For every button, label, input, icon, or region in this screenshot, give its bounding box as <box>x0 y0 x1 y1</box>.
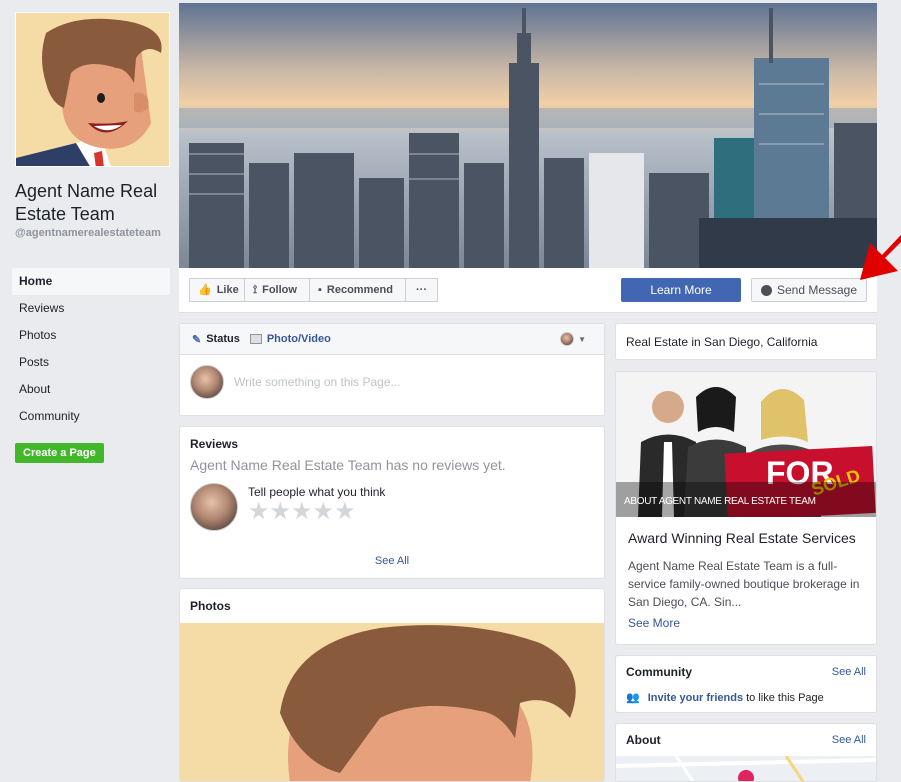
reviewer-avatar <box>190 483 238 531</box>
people-icon: 👥 <box>626 692 640 704</box>
page-handle: @agentnamerealestateteam <box>15 227 161 239</box>
reviews-see-all-link[interactable]: See All <box>180 555 604 567</box>
cover-photo[interactable] <box>179 3 877 268</box>
photos-card: Photos <box>179 588 605 782</box>
page-title: Agent Name Real Estate Team <box>15 181 158 224</box>
user-avatar <box>190 365 224 399</box>
nav-item-posts[interactable]: Posts <box>12 349 170 376</box>
invite-friends-link[interactable]: Invite your friends <box>648 692 743 704</box>
thumbs-up-icon: 👍 <box>198 284 212 296</box>
rating-stars[interactable]: ★★★★★ <box>248 499 385 525</box>
composer-tabs: ✎ Status Photo/Video ▼ <box>180 324 604 355</box>
follow-button[interactable]: ⟟ Follow <box>244 278 310 302</box>
see-more-link[interactable]: See More <box>628 616 680 630</box>
about-card: FOR SOLD ABOUT AGENT NAME REAL ESTATE TE… <box>615 371 877 645</box>
about-image[interactable]: FOR SOLD ABOUT AGENT NAME REAL ESTATE TE… <box>616 372 876 517</box>
photos-title: Photos <box>190 599 231 613</box>
nav-item-about[interactable]: About <box>12 376 170 403</box>
create-page-button[interactable]: Create a Page <box>15 443 104 463</box>
like-button[interactable]: 👍 Like <box>189 278 245 302</box>
cartoon-man-illustration <box>16 13 169 166</box>
community-title: Community <box>626 665 692 679</box>
map-image <box>616 756 876 781</box>
review-prompt: Tell people what you think <box>248 485 386 499</box>
tab-photo-video[interactable]: Photo/Video <box>249 333 331 345</box>
red-arrow-icon <box>860 234 901 280</box>
more-button[interactable]: ··· <box>405 278 438 302</box>
page-root: Agent Name Real Estate Team @agentnamere… <box>12 0 901 782</box>
about-description: Agent Name Real Estate Team is a full-se… <box>628 559 860 609</box>
recommend-button[interactable]: ▪ Recommend <box>309 278 406 302</box>
about-section-title: About <box>626 733 661 747</box>
invite-text: to like this Page <box>746 691 824 704</box>
tab-status[interactable]: ✎ Status <box>192 333 240 346</box>
community-card: Community See All 👥 Invite your friends … <box>615 655 877 713</box>
pencil-icon: ✎ <box>192 333 202 346</box>
page-category: Real Estate in San Diego, California <box>615 323 877 360</box>
review-prompt-row: Tell people what you think ★★★★★ <box>190 483 594 531</box>
send-message-button[interactable]: Send Message <box>751 278 867 302</box>
invite-row: 👥 Invite your friends to like this Page <box>626 691 866 705</box>
cartoon-man-large-image <box>180 623 604 781</box>
about-section-card: About See All <box>615 723 877 782</box>
post-as-selector[interactable]: ▼ <box>560 332 586 346</box>
nav-item-home[interactable]: Home <box>12 268 170 295</box>
city-skyline-image <box>179 3 877 268</box>
page-action-bar: 👍 Like ⟟ Follow ▪ Recommend ··· Learn Mo… <box>179 268 877 313</box>
location-map[interactable] <box>616 756 876 781</box>
reviews-title: Reviews <box>190 437 239 451</box>
speech-bubble-icon: ▪ <box>318 284 322 296</box>
left-nav: Home Reviews Photos Posts About Communit… <box>12 268 170 430</box>
reviews-card: Reviews Agent Name Real Estate Team has … <box>179 426 605 579</box>
reviews-empty-text: Agent Name Real Estate Team has no revie… <box>190 457 506 473</box>
rss-icon: ⟟ <box>253 284 258 296</box>
nav-item-reviews[interactable]: Reviews <box>12 295 170 322</box>
profile-avatar[interactable] <box>15 12 170 167</box>
community-see-all-link[interactable]: See All <box>832 666 866 678</box>
messenger-icon <box>760 284 772 296</box>
composer-body[interactable]: Write something on this Page... <box>180 355 604 409</box>
caret-down-icon: ▼ <box>578 334 586 344</box>
photo-thumbnail[interactable] <box>180 623 604 781</box>
about-image-caption: ABOUT AGENT NAME REAL ESTATE TEAM <box>624 496 816 507</box>
nav-item-photos[interactable]: Photos <box>12 322 170 349</box>
about-see-all-link[interactable]: See All <box>832 734 866 746</box>
camera-icon <box>249 334 262 344</box>
composer-input[interactable]: Write something on this Page... <box>234 375 401 389</box>
nav-item-community[interactable]: Community <box>12 403 170 430</box>
about-headline[interactable]: Award Winning Real Estate Services <box>628 530 856 546</box>
post-composer: ✎ Status Photo/Video ▼ Write something o… <box>179 323 605 416</box>
learn-more-button[interactable]: Learn More <box>621 278 741 302</box>
small-avatar <box>560 332 575 346</box>
